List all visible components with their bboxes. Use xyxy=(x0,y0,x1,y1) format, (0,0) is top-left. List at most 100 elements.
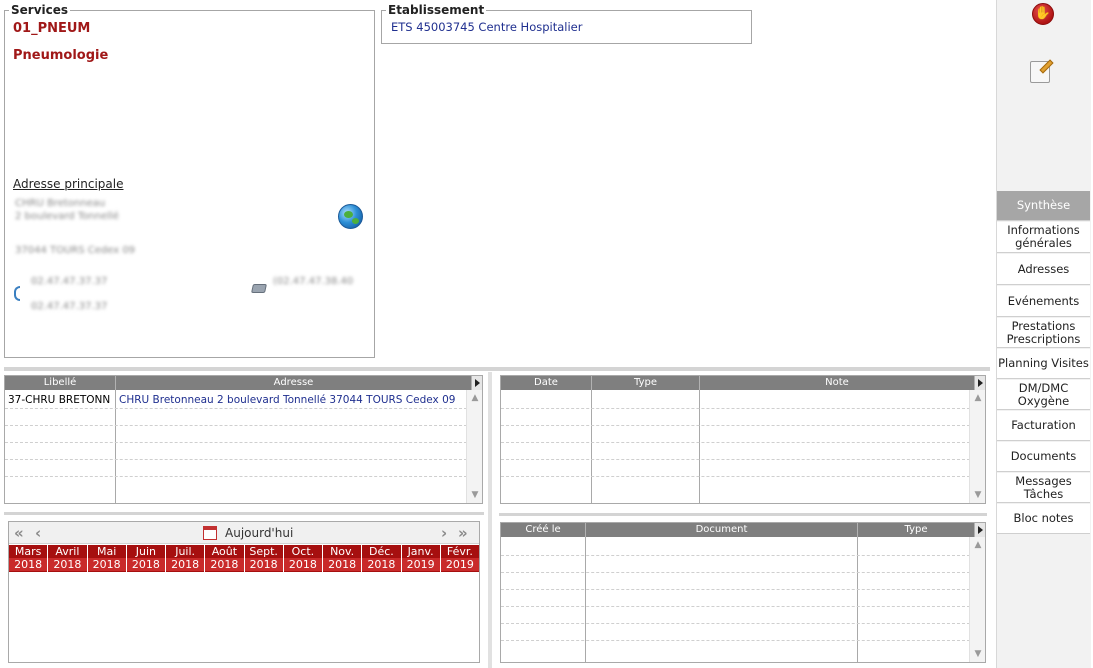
right-lower-splitter[interactable] xyxy=(499,513,987,516)
month-cell[interactable]: Janv. 2019 xyxy=(401,545,441,572)
column-header-date[interactable]: Date xyxy=(501,376,592,390)
stop-hand-icon[interactable]: ✋ xyxy=(1032,3,1054,25)
month-label: Déc. xyxy=(368,545,394,558)
column-header-cree-le[interactable]: Créé le xyxy=(501,523,586,537)
next-month-icon[interactable]: › xyxy=(441,524,447,542)
month-cell[interactable]: Juin 2018 xyxy=(126,545,166,572)
phone-1: 02.47.47.37.37 xyxy=(31,276,108,287)
vertical-scrollbar[interactable]: ▲ ▼ xyxy=(969,537,985,662)
scroll-up-icon[interactable]: ▲ xyxy=(469,392,481,404)
services-panel: Services 01_PNEUM Pneumologie Adresse pr… xyxy=(4,4,375,358)
nav-planning[interactable]: Planning Visites xyxy=(997,349,1090,379)
table-cell-libelle[interactable]: 37-CHRU BRETONN xyxy=(8,393,112,407)
etablissement-panel: Etablissement ETS 45003745 Centre Hospit… xyxy=(381,4,752,44)
column-divider xyxy=(699,390,700,503)
table-cell-adresse[interactable]: CHRU Bretonneau 2 boulevard Tonnellé 370… xyxy=(119,393,459,407)
month-cell[interactable]: Mars 2018 xyxy=(9,545,49,572)
address-city: 37044 TOURS Cedex 09 xyxy=(15,245,136,256)
table-row xyxy=(501,476,970,477)
nav-label: Informations générales xyxy=(1007,223,1080,250)
etablissement-value[interactable]: ETS 45003745 Centre Hospitalier xyxy=(391,20,582,34)
year-label: 2019 xyxy=(440,558,479,571)
prev-month-icon[interactable]: ‹ xyxy=(35,524,41,542)
nav-evenements[interactable]: Evénements xyxy=(997,286,1090,317)
column-header-document[interactable]: Document xyxy=(586,523,858,537)
phone-2: 02.47.47.37.37 xyxy=(31,301,108,312)
month-cell[interactable]: Déc. 2018 xyxy=(362,545,402,572)
month-cell[interactable]: Oct. 2018 xyxy=(283,545,323,572)
scroll-down-icon[interactable]: ▼ xyxy=(972,648,984,660)
column-header-adresse[interactable]: Adresse xyxy=(116,376,472,390)
year-label: 2018 xyxy=(283,558,322,571)
nav-label: DM/DMC Oxygène xyxy=(1017,380,1070,408)
today-button[interactable]: Aujourd'hui xyxy=(225,526,293,540)
month-label: Mars xyxy=(14,545,42,558)
nav-adresses[interactable]: Adresses xyxy=(997,254,1090,285)
table-row xyxy=(5,442,467,443)
month-label: Janv. xyxy=(407,545,434,558)
year-label: 2018 xyxy=(166,558,205,571)
phone-icon xyxy=(14,286,20,301)
notepad-pencil-icon[interactable] xyxy=(1030,61,1050,83)
table-row xyxy=(501,623,970,624)
nav-bloc-notes[interactable]: Bloc notes xyxy=(997,504,1090,534)
globe-icon[interactable] xyxy=(338,204,363,229)
nav-documents[interactable]: Documents xyxy=(997,442,1090,472)
nav-informations-generales[interactable]: Informations générales xyxy=(997,222,1090,253)
column-menu-icon[interactable] xyxy=(472,376,482,390)
grid-header: Créé le Document Type xyxy=(501,523,985,537)
column-divider xyxy=(115,390,116,503)
scroll-up-icon[interactable]: ▲ xyxy=(972,392,984,404)
month-cell[interactable]: Avril 2018 xyxy=(48,545,88,572)
service-name: Pneumologie xyxy=(13,48,109,63)
scroll-down-icon[interactable]: ▼ xyxy=(972,489,984,501)
column-menu-icon[interactable] xyxy=(975,376,985,390)
table-row xyxy=(501,640,970,641)
vertical-scrollbar[interactable]: ▲ ▼ xyxy=(466,390,482,503)
table-row xyxy=(5,459,467,460)
nav-label: Prestations Prescriptions xyxy=(1006,318,1081,346)
month-cell[interactable]: Sept. 2018 xyxy=(244,545,284,572)
nav-prestations[interactable]: Prestations Prescriptions xyxy=(997,318,1090,348)
month-label: Août xyxy=(211,545,238,558)
year-label: 2018 xyxy=(9,558,48,571)
month-cell[interactable]: Juil. 2018 xyxy=(166,545,206,572)
nav-dm-dmc[interactable]: DM/DMC Oxygène xyxy=(997,380,1090,410)
next-year-icon[interactable]: » xyxy=(458,524,468,542)
year-label: 2018 xyxy=(48,558,87,571)
documents-grid: Créé le Document Type ▲ ▼ xyxy=(500,522,986,663)
year-label: 2018 xyxy=(244,558,283,571)
calendar-panel: « ‹ Aujourd'hui › » Mars 2018 Avril 2018 M… xyxy=(8,521,480,663)
column-header-libelle[interactable]: Libellé xyxy=(5,376,116,390)
nav-label: Planning Visites xyxy=(998,356,1089,370)
prev-year-icon[interactable]: « xyxy=(14,524,24,542)
nav-label: Bloc notes xyxy=(1013,511,1074,525)
etablissement-legend: Etablissement xyxy=(386,3,487,17)
table-row xyxy=(501,459,970,460)
service-code: 01_PNEUM xyxy=(13,21,91,36)
table-row xyxy=(501,606,970,607)
scroll-down-icon[interactable]: ▼ xyxy=(469,489,481,501)
table-row xyxy=(501,408,970,409)
horizontal-splitter[interactable] xyxy=(4,367,990,371)
nav-synthese[interactable]: Synthèse xyxy=(997,191,1090,221)
nav-label: Facturation xyxy=(1011,418,1076,432)
month-cell[interactable]: Févr. 2019 xyxy=(440,545,479,572)
scroll-up-icon[interactable]: ▲ xyxy=(972,539,984,551)
vertical-scrollbar[interactable]: ▲ ▼ xyxy=(969,390,985,503)
vertical-splitter[interactable] xyxy=(488,372,492,668)
column-menu-icon[interactable] xyxy=(975,523,985,537)
month-cell[interactable]: Août 2018 xyxy=(205,545,245,572)
month-cell[interactable]: Nov. 2018 xyxy=(323,545,363,572)
grid-header: Libellé Adresse xyxy=(5,376,482,390)
nav-messages[interactable]: Messages Tâches xyxy=(997,473,1090,503)
month-label: Juil. xyxy=(175,545,196,558)
table-row xyxy=(5,408,467,409)
column-header-type[interactable]: Type xyxy=(858,523,975,537)
nav-facturation[interactable]: Facturation xyxy=(997,411,1090,441)
column-header-note[interactable]: Note xyxy=(700,376,975,390)
month-cell[interactable]: Mai 2018 xyxy=(87,545,127,572)
column-header-type[interactable]: Type xyxy=(592,376,700,390)
nav-label: Documents xyxy=(1010,449,1077,463)
left-lower-splitter[interactable] xyxy=(4,512,484,515)
